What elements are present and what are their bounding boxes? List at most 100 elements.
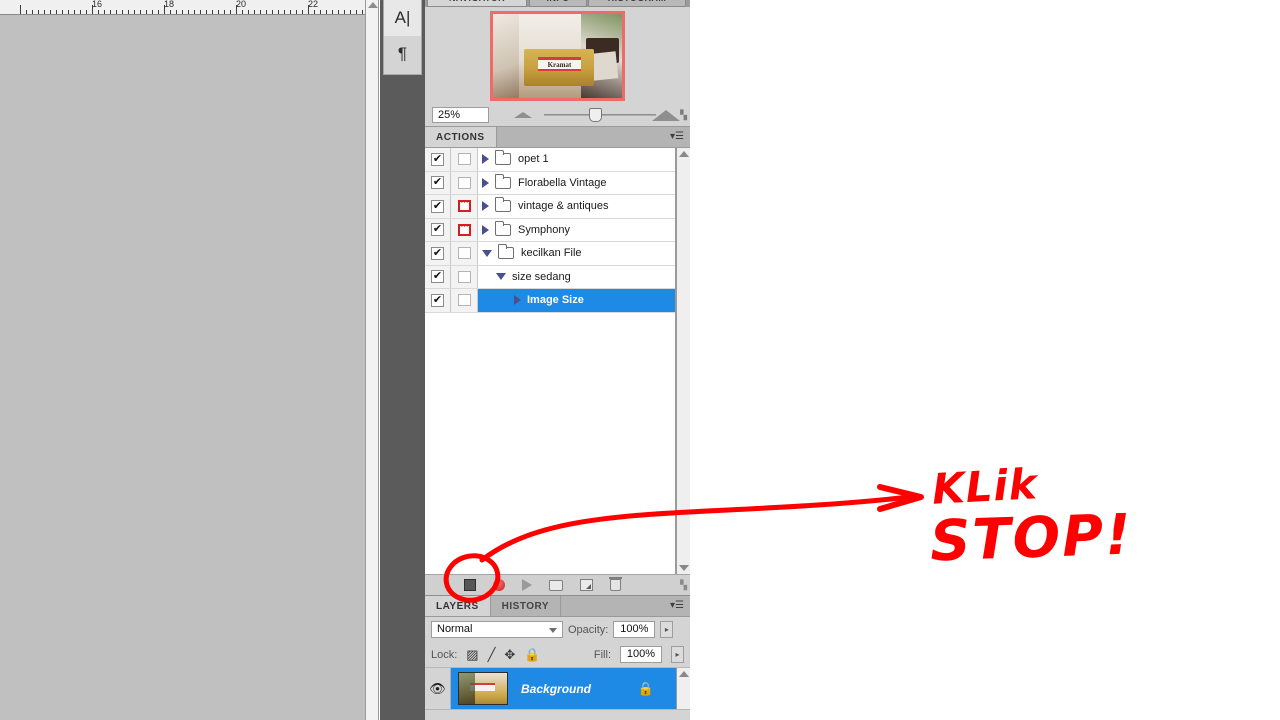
toggle-dialog-icon[interactable] <box>457 198 471 213</box>
zoom-percent-input[interactable]: 25% <box>432 107 489 123</box>
disclosure-triangle-icon[interactable] <box>482 177 489 188</box>
opacity-label: Opacity: <box>568 623 609 636</box>
toggle-dialog-icon[interactable] <box>457 294 471 307</box>
tin-brand-text: Kramat <box>547 60 572 69</box>
blend-mode-select[interactable]: Normal <box>431 621 563 638</box>
toggle-dialog-icon[interactable] <box>457 270 471 283</box>
tab-navigator[interactable]: NAVIGATOR <box>427 0 527 7</box>
lock-image-pixels-icon[interactable]: ╱ <box>488 647 496 662</box>
action-enabled-checkbox[interactable]: ✔ <box>431 293 444 307</box>
action-row[interactable]: ✔ Florabella Vintage <box>425 171 675 195</box>
layers-panel: LAYERS HISTORY ▾☰ Normal Opacity: 100% ▸… <box>425 595 690 720</box>
canvas-vertical-scrollbar[interactable] <box>365 0 379 720</box>
scroll-down-arrow-icon[interactable] <box>679 565 689 571</box>
actions-list[interactable]: ✔ opet 1 ✔ Florabella Vintage ✔ vintage & ant… <box>425 148 676 574</box>
actions-panel-header: ACTIONS ▾☰ <box>425 127 690 148</box>
action-dialog-cell[interactable] <box>451 242 478 265</box>
action-row[interactable]: ✔ vintage & antiques <box>425 195 675 219</box>
fill-input[interactable]: 100% <box>620 646 662 663</box>
create-new-set-button[interactable] <box>549 579 563 591</box>
navigator-preview-area[interactable]: Kramat <box>425 7 690 105</box>
panel-resize-grip[interactable]: ▚ <box>680 580 687 591</box>
action-dialog-cell[interactable] <box>451 218 478 241</box>
action-toggle-cell[interactable]: ✔ <box>425 171 451 194</box>
fill-label: Fill: <box>593 648 611 661</box>
tab-info[interactable]: INFO <box>529 0 587 7</box>
disclosure-triangle-icon[interactable] <box>482 224 489 235</box>
zoom-in-icon[interactable] <box>652 109 681 121</box>
zoom-slider-handle[interactable] <box>588 108 602 122</box>
lock-position-icon[interactable]: ✥ <box>504 647 515 662</box>
action-dialog-cell[interactable] <box>451 148 478 171</box>
toggle-dialog-icon[interactable] <box>457 247 471 260</box>
tab-histogram[interactable]: HISTOGRAM <box>588 0 686 7</box>
action-enabled-checkbox[interactable]: ✔ <box>431 223 444 237</box>
lock-all-icon[interactable]: 🔒 <box>524 647 540 662</box>
blend-mode-row: Normal Opacity: 100% ▸ <box>425 617 690 642</box>
action-enabled-checkbox[interactable]: ✔ <box>431 246 444 260</box>
action-toggle-cell[interactable]: ✔ <box>425 289 451 312</box>
action-row[interactable]: ✔ opet 1 <box>425 148 675 172</box>
action-dialog-cell[interactable] <box>451 289 478 312</box>
layer-visibility-toggle[interactable]: 👁 <box>425 668 451 709</box>
play-selection-button[interactable] <box>522 579 532 591</box>
action-toggle-cell[interactable]: ✔ <box>425 265 451 288</box>
workspace-blank-area <box>690 0 1280 720</box>
navigator-view-box[interactable]: Kramat <box>490 11 625 101</box>
disclosure-triangle-icon[interactable] <box>496 273 506 281</box>
ruler-label: 16 <box>92 0 103 9</box>
layer-row-background[interactable]: 👁 Background 🔒 <box>425 668 690 710</box>
action-dialog-cell[interactable] <box>451 195 478 218</box>
zoom-out-icon[interactable] <box>513 112 532 118</box>
tab-layers[interactable]: LAYERS <box>425 596 491 616</box>
layers-vertical-scrollbar[interactable] <box>676 668 690 709</box>
zoom-slider[interactable] <box>543 108 656 122</box>
character-panel-icon[interactable]: A| <box>384 0 421 36</box>
opacity-stepper[interactable]: ▸ <box>660 621 674 638</box>
fill-stepper[interactable]: ▸ <box>671 646 684 663</box>
action-toggle-cell[interactable]: ✔ <box>425 148 451 171</box>
action-row[interactable]: ✔ size sedang <box>425 265 675 289</box>
disclosure-triangle-icon[interactable] <box>514 295 521 306</box>
panel-resize-grip[interactable]: ▚ <box>680 110 687 121</box>
toggle-dialog-icon[interactable] <box>457 153 471 166</box>
create-new-action-button[interactable] <box>580 579 593 591</box>
paragraph-panel-icon[interactable]: ¶ <box>384 36 421 72</box>
disclosure-triangle-icon[interactable] <box>482 154 489 165</box>
scroll-up-arrow-icon[interactable] <box>679 671 689 677</box>
tab-actions[interactable]: ACTIONS <box>425 127 497 147</box>
horizontal-ruler[interactable]: 16 18 20 22 24 <box>0 0 365 15</box>
action-set-folder-icon <box>495 173 511 189</box>
action-dialog-cell[interactable] <box>451 265 478 288</box>
toggle-dialog-icon[interactable] <box>457 222 471 236</box>
panel-menu-icon[interactable]: ▾☰ <box>670 601 684 611</box>
navigator-tabstrip[interactable]: NAVIGATOR INFO HISTOGRAM <box>425 0 690 7</box>
layer-thumbnail[interactable] <box>458 672 508 705</box>
document-canvas[interactable] <box>0 15 365 720</box>
panel-menu-icon[interactable]: ▾☰ <box>670 132 684 142</box>
begin-recording-button[interactable] <box>493 579 505 591</box>
action-row[interactable]: ✔ kecilkan File <box>425 242 675 266</box>
chevron-down-icon[interactable] <box>549 628 557 633</box>
scroll-up-arrow-icon[interactable] <box>679 151 689 157</box>
action-enabled-checkbox[interactable]: ✔ <box>431 270 444 284</box>
action-row[interactable]: ✔ Symphony <box>425 218 675 242</box>
action-row[interactable]: ✔ Image Size <box>425 289 675 313</box>
action-dialog-cell[interactable] <box>451 171 478 194</box>
stop-playing-recording-button[interactable] <box>464 579 476 591</box>
scroll-up-arrow-icon[interactable] <box>368 2 378 8</box>
action-toggle-cell[interactable]: ✔ <box>425 195 451 218</box>
action-enabled-checkbox[interactable]: ✔ <box>431 199 444 213</box>
disclosure-triangle-icon[interactable] <box>482 249 492 257</box>
tab-history[interactable]: HISTORY <box>490 596 562 616</box>
actions-vertical-scrollbar[interactable] <box>676 148 690 574</box>
action-enabled-checkbox[interactable]: ✔ <box>431 152 444 166</box>
delete-button[interactable] <box>609 577 622 591</box>
lock-transparent-pixels-icon[interactable]: ▨ <box>466 647 478 662</box>
disclosure-triangle-icon[interactable] <box>482 201 489 212</box>
action-enabled-checkbox[interactable]: ✔ <box>431 176 444 190</box>
opacity-input[interactable]: 100% <box>613 621 656 638</box>
action-toggle-cell[interactable]: ✔ <box>425 218 451 241</box>
action-toggle-cell[interactable]: ✔ <box>425 242 451 265</box>
toggle-dialog-icon[interactable] <box>457 176 471 189</box>
